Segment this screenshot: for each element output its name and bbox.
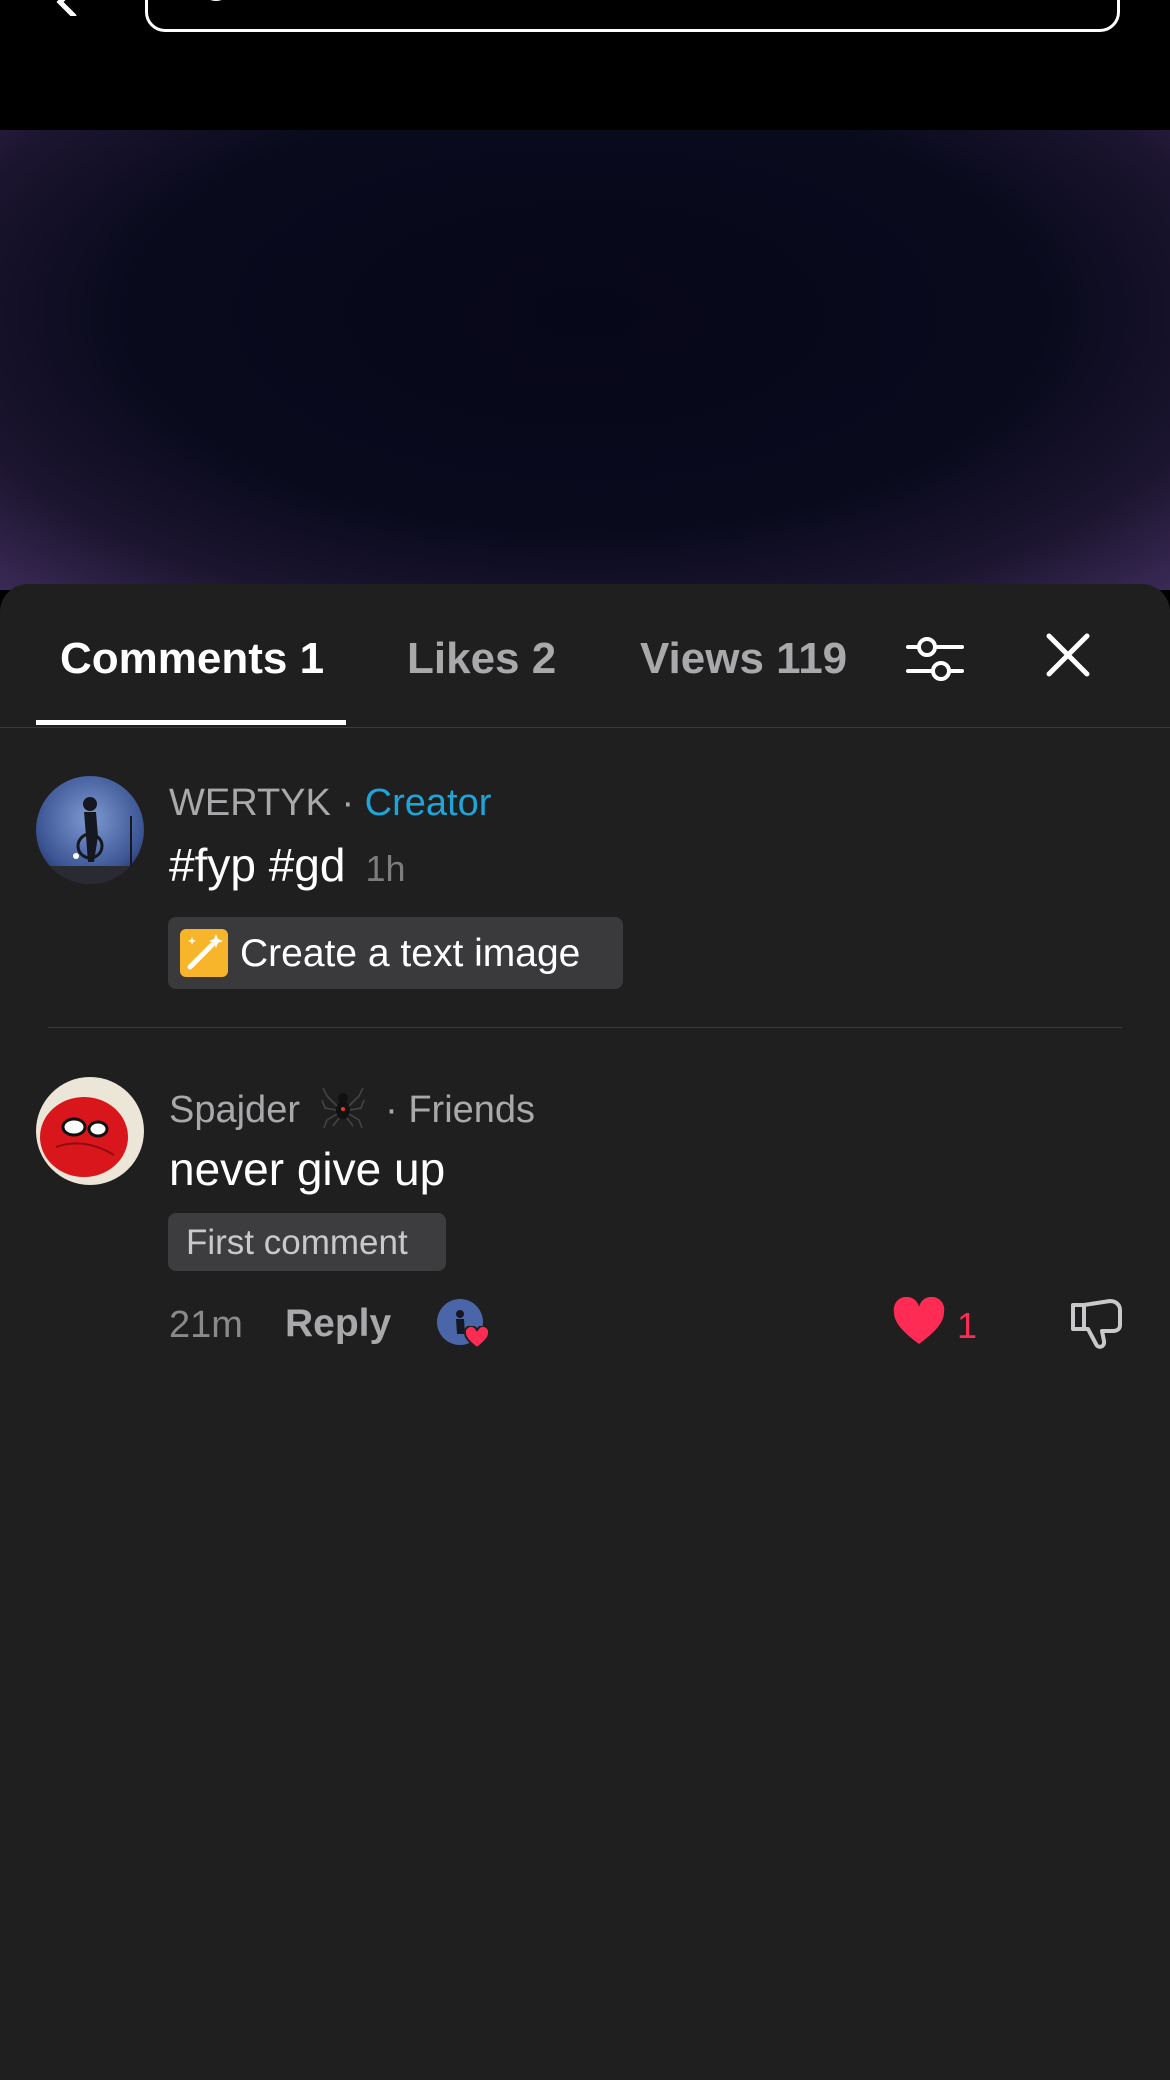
create-text-image-label: Create a text image: [240, 932, 581, 975]
avatar-spajder[interactable]: [36, 1077, 144, 1185]
create-text-image-button[interactable]: Create a text image: [168, 917, 623, 989]
heart-icon[interactable]: [892, 1297, 946, 1347]
dislike-icon[interactable]: [1070, 1297, 1124, 1351]
tab-bar: Comments 1 Likes 2 Views 119: [0, 584, 1170, 728]
like-count: 1: [957, 1305, 978, 1346]
reply-button[interactable]: Reply: [285, 1302, 391, 1346]
tab-comments[interactable]: Comments 1: [60, 634, 324, 684]
separator: ·: [385, 1089, 398, 1131]
separator: ·: [341, 782, 355, 824]
back-arrow-icon[interactable]: [52, 0, 82, 16]
first-comment-badge: First comment: [168, 1213, 446, 1271]
username[interactable]: Spajder: [169, 1089, 300, 1131]
search-icon: [210, 0, 222, 1]
comment-time: 21m: [169, 1304, 243, 1346]
comment-divider: [48, 1027, 1122, 1028]
comment-header: Spajder · Friends: [169, 1082, 535, 1132]
close-icon[interactable]: [1045, 632, 1091, 678]
search-input[interactable]: [145, 0, 1120, 32]
video-background[interactable]: [0, 130, 1170, 590]
creator-liked-indicator: [436, 1298, 490, 1350]
top-bar: [0, 0, 1170, 130]
filter-sliders-icon[interactable]: [905, 629, 965, 689]
magic-wand-icon: [180, 929, 228, 977]
friends-tag: Friends: [408, 1089, 536, 1131]
comment-body: #fyp #gd: [169, 839, 346, 891]
tab-likes[interactable]: Likes 2: [407, 634, 556, 684]
spider-icon: [320, 1087, 365, 1129]
creator-tag: Creator: [364, 782, 492, 824]
comment-text: #fyp #gd 1h: [169, 838, 406, 892]
comment-time: 1h: [365, 848, 406, 889]
comment-header: WERTYK · Creator: [169, 782, 491, 825]
active-tab-indicator: [36, 720, 346, 725]
avatar-wertyk[interactable]: [36, 776, 144, 884]
comment-body: never give up: [169, 1143, 446, 1195]
username[interactable]: WERTYK: [169, 782, 331, 824]
heart-badge-icon: [464, 1326, 490, 1350]
tab-views[interactable]: Views 119: [640, 634, 847, 684]
